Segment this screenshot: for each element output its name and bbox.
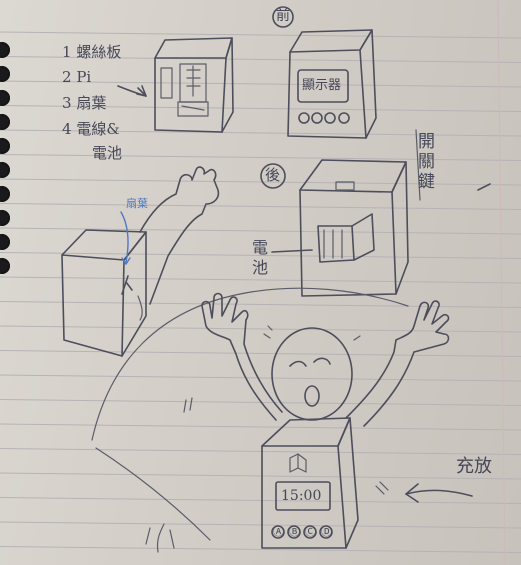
side-fan-label: 扇葉	[126, 197, 148, 210]
right-arrow	[405, 483, 473, 503]
front-label: 前	[276, 8, 290, 24]
button-mark: Ⓐ	[273, 525, 284, 538]
notebook-page: 1 螺絲板 2 Pi 3 扇葉 4 電線& 電池 前 顯示器 後 開關鍵 電池 …	[0, 0, 521, 565]
button-mark: Ⓑ	[289, 525, 300, 538]
button-mark: Ⓒ	[305, 525, 316, 538]
note-text: 電池	[92, 144, 123, 162]
front-view-device	[272, 6, 377, 139]
button-mark: Ⓓ	[321, 525, 332, 538]
note-marker: 2	[62, 68, 72, 86]
note-marker: 1	[62, 43, 72, 61]
back-label: 後	[265, 166, 281, 184]
note-item-3: 3 扇葉	[62, 96, 106, 111]
note-text: 扇葉	[76, 94, 107, 112]
charge-label: 充放	[456, 456, 492, 477]
internal-layout-box	[117, 37, 234, 133]
switch-label: 開關鍵	[418, 132, 435, 192]
note-item-2: 2 Pi	[62, 70, 91, 85]
robot-character	[183, 292, 450, 549]
battery-label: 電池	[252, 238, 269, 277]
note-item-5: 電池	[92, 146, 122, 161]
note-text: Pi	[76, 68, 92, 86]
note-marker: 4	[62, 120, 72, 138]
note-item-4: 4 電線&	[62, 122, 120, 137]
note-text: 電線&	[76, 120, 120, 138]
note-marker: 3	[62, 94, 72, 112]
note-text: 螺絲板	[76, 43, 122, 61]
note-item-1: 1 螺絲板	[62, 45, 121, 60]
clock-display: 15:00	[281, 488, 322, 504]
back-view-device	[260, 129, 491, 297]
side-view-with-arm	[61, 166, 220, 357]
front-screen-text: 顯示器	[302, 78, 342, 93]
